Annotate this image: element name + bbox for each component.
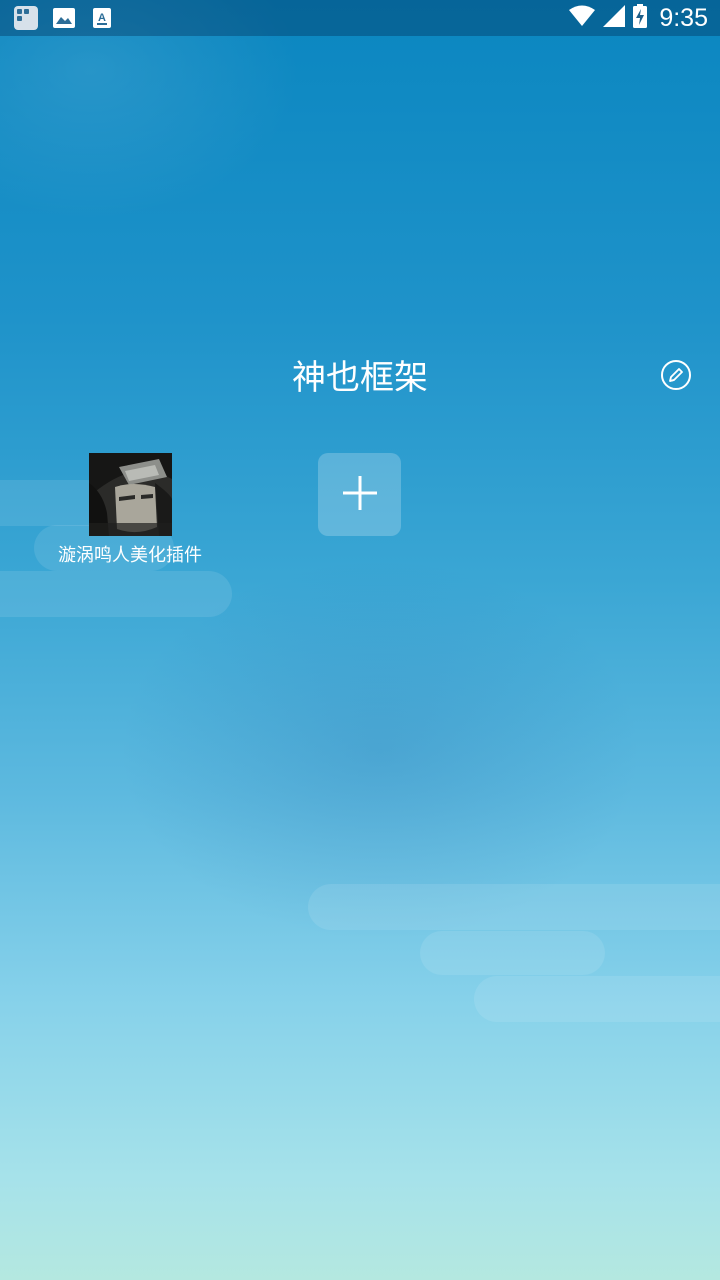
background-cloud <box>474 976 720 1022</box>
app-grid-icon <box>14 6 38 30</box>
app-label: 漩涡鸣人美化插件 <box>58 545 202 566</box>
anime-avatar-icon <box>88 453 172 536</box>
pencil-circle-icon <box>660 359 692 395</box>
background-cloud <box>420 931 605 975</box>
status-bar: A 9:35 <box>0 0 720 36</box>
background-glow <box>120 560 640 940</box>
svg-text:A: A <box>98 12 106 24</box>
add-app-button[interactable] <box>318 453 401 536</box>
status-time: 9:35 <box>659 3 708 32</box>
background-cloud <box>0 571 232 617</box>
background-cloud <box>308 884 720 930</box>
page-title: 神也框架 <box>292 358 428 398</box>
keyboard-a-icon: A <box>90 6 114 30</box>
battery-charging-icon <box>633 4 648 32</box>
plus-icon <box>340 473 380 517</box>
image-icon <box>52 6 76 30</box>
edit-button[interactable] <box>658 359 694 395</box>
cell-signal-icon <box>603 5 626 31</box>
wifi-icon <box>569 5 596 31</box>
home-screen: A 9:35 神也框架 漩涡鸣人美化插件 <box>0 0 720 1280</box>
app-tile[interactable]: 漩涡鸣人美化插件 <box>48 453 212 568</box>
